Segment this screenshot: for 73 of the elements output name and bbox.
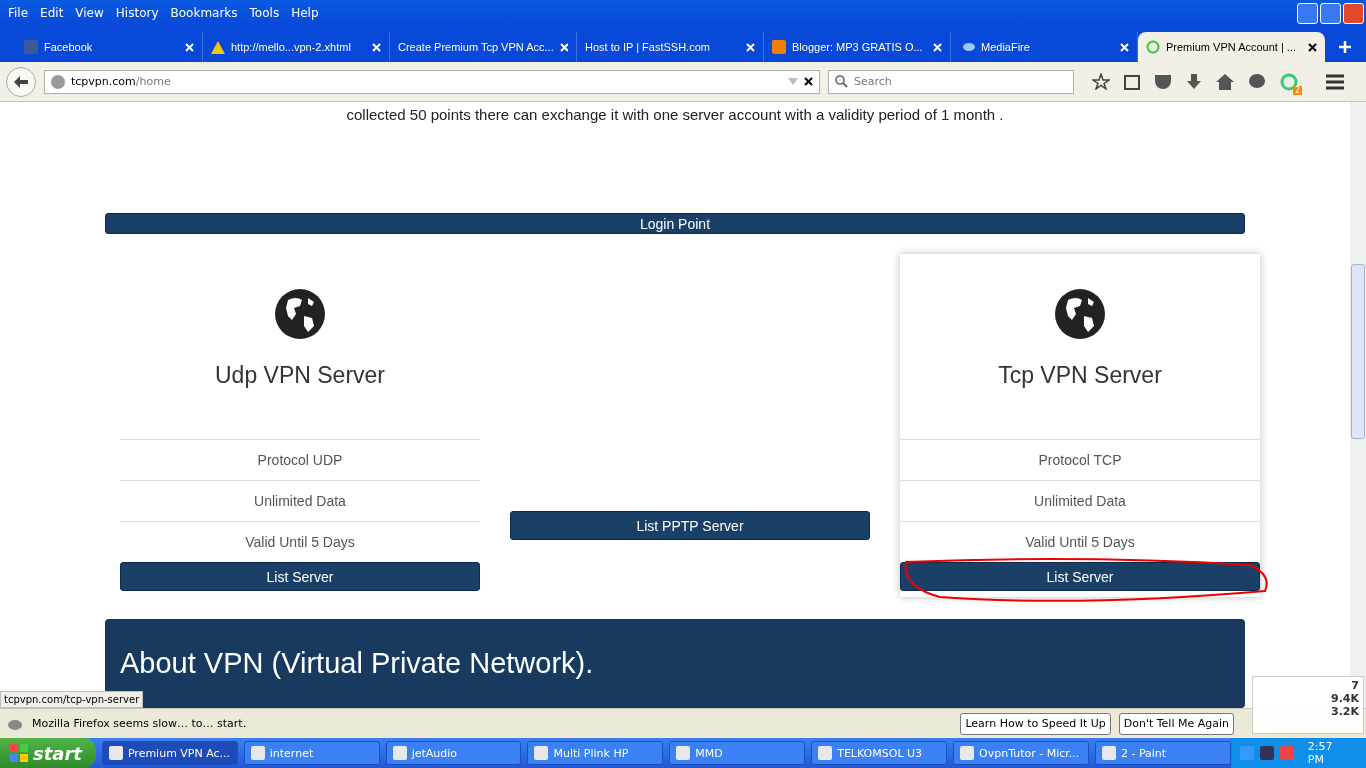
close-icon[interactable]: [1308, 42, 1317, 52]
globe-icon: [51, 74, 65, 89]
app-icon: [1101, 746, 1116, 760]
meter-value: 3.2K: [1331, 705, 1359, 718]
reader-icon[interactable]: [1124, 73, 1140, 90]
url-text: tcpvpn.com/home: [71, 75, 172, 88]
list-server-button[interactable]: List Server: [120, 562, 480, 591]
pocket-icon[interactable]: [1154, 73, 1172, 90]
windows-logo-icon: [10, 744, 28, 762]
browser-tab[interactable]: Premium VPN Account | ...: [1138, 32, 1325, 62]
feature-row: Unlimited Data: [120, 480, 480, 521]
star-icon[interactable]: [1092, 73, 1110, 90]
status-url: tcpvpn.com/tcp-vpn-server: [0, 691, 144, 708]
start-button[interactable]: start: [0, 738, 96, 768]
blogger-icon: [772, 40, 786, 54]
globe-icon: [1054, 288, 1106, 340]
app-icon: [960, 746, 975, 760]
loading-icon: [1146, 40, 1160, 54]
facebook-icon: [24, 40, 38, 54]
menu-item[interactable]: Tools: [249, 6, 288, 20]
search-field[interactable]: Search: [828, 69, 1074, 94]
app-icon: [108, 746, 123, 760]
app-icon: [818, 746, 833, 760]
clock: 2:57 PM: [1307, 740, 1334, 766]
list-pptp-button[interactable]: List PPTP Server: [510, 511, 870, 540]
restore-button[interactable]: [1320, 2, 1341, 24]
address-field[interactable]: tcpvpn.com/home: [44, 69, 820, 94]
card-title: Udp VPN Server: [214, 362, 386, 389]
search-icon: [835, 75, 848, 88]
meter-value: 7: [1351, 679, 1359, 692]
download-icon[interactable]: [1186, 73, 1202, 90]
notification-button[interactable]: Don't Tell Me Again: [1118, 712, 1234, 735]
minimize-button[interactable]: [1297, 2, 1318, 24]
warning-icon: [211, 40, 225, 54]
menu-item[interactable]: File: [8, 6, 37, 20]
menu-icon[interactable]: [1326, 73, 1344, 90]
intro-text: collected 50 points there can exchange it with one server account with a validity period of 1 month .: [346, 106, 1004, 123]
feature-row: Unlimited Data: [900, 480, 1260, 521]
close-button[interactable]: [1343, 2, 1364, 24]
app-icon: [250, 746, 265, 760]
notification-button[interactable]: Learn How to Speed It Up: [960, 712, 1111, 735]
home-icon[interactable]: [1216, 73, 1234, 90]
app-icon: [392, 746, 407, 760]
globe-icon: [274, 288, 326, 340]
close-icon[interactable]: [804, 77, 813, 86]
tray-icon[interactable]: [1259, 746, 1274, 760]
login-bar: Login Point: [105, 213, 1245, 234]
notification-badge: 2: [1292, 85, 1302, 95]
app-icon: [534, 746, 549, 760]
back-button[interactable]: [6, 66, 36, 97]
meter-value: 9.4K: [1331, 692, 1359, 705]
taskbar-item[interactable]: internet: [243, 741, 380, 765]
menu-item[interactable]: History: [115, 6, 167, 20]
menu-item[interactable]: View: [75, 6, 112, 20]
feature-row: Protocol TCP: [900, 439, 1260, 480]
menu-item[interactable]: Bookmarks: [170, 6, 246, 20]
taskbar-item[interactable]: jetAudio: [385, 741, 522, 765]
card-title: Tcp VPN Server: [997, 362, 1163, 389]
taskbar-item[interactable]: TELKOMSOL U3: [811, 741, 948, 765]
app-icon: [676, 746, 691, 760]
taskbar-item[interactable]: OvpnTutor - Micr...: [953, 741, 1089, 765]
taskbar-item[interactable]: MMD: [669, 741, 806, 765]
menu-item[interactable]: Help: [291, 6, 327, 20]
menu-item[interactable]: Edit: [40, 6, 72, 20]
back-arrow-icon: [14, 75, 28, 88]
feature-row: Protocol UDP: [120, 439, 480, 480]
about-title: About VPN (Virtual Private Network).: [120, 647, 595, 680]
taskbar-item[interactable]: Multi Plink HP: [527, 741, 664, 765]
taskbar-item[interactable]: Premium VPN Ac...: [101, 741, 238, 765]
taskbar-item[interactable]: 2 - Paint: [1094, 741, 1231, 765]
list-server-button[interactable]: List Server: [900, 562, 1260, 591]
new-tab-icon[interactable]: [1339, 41, 1351, 53]
notification-text: Mozilla Firefox seems slow… to… start.: [32, 717, 248, 730]
